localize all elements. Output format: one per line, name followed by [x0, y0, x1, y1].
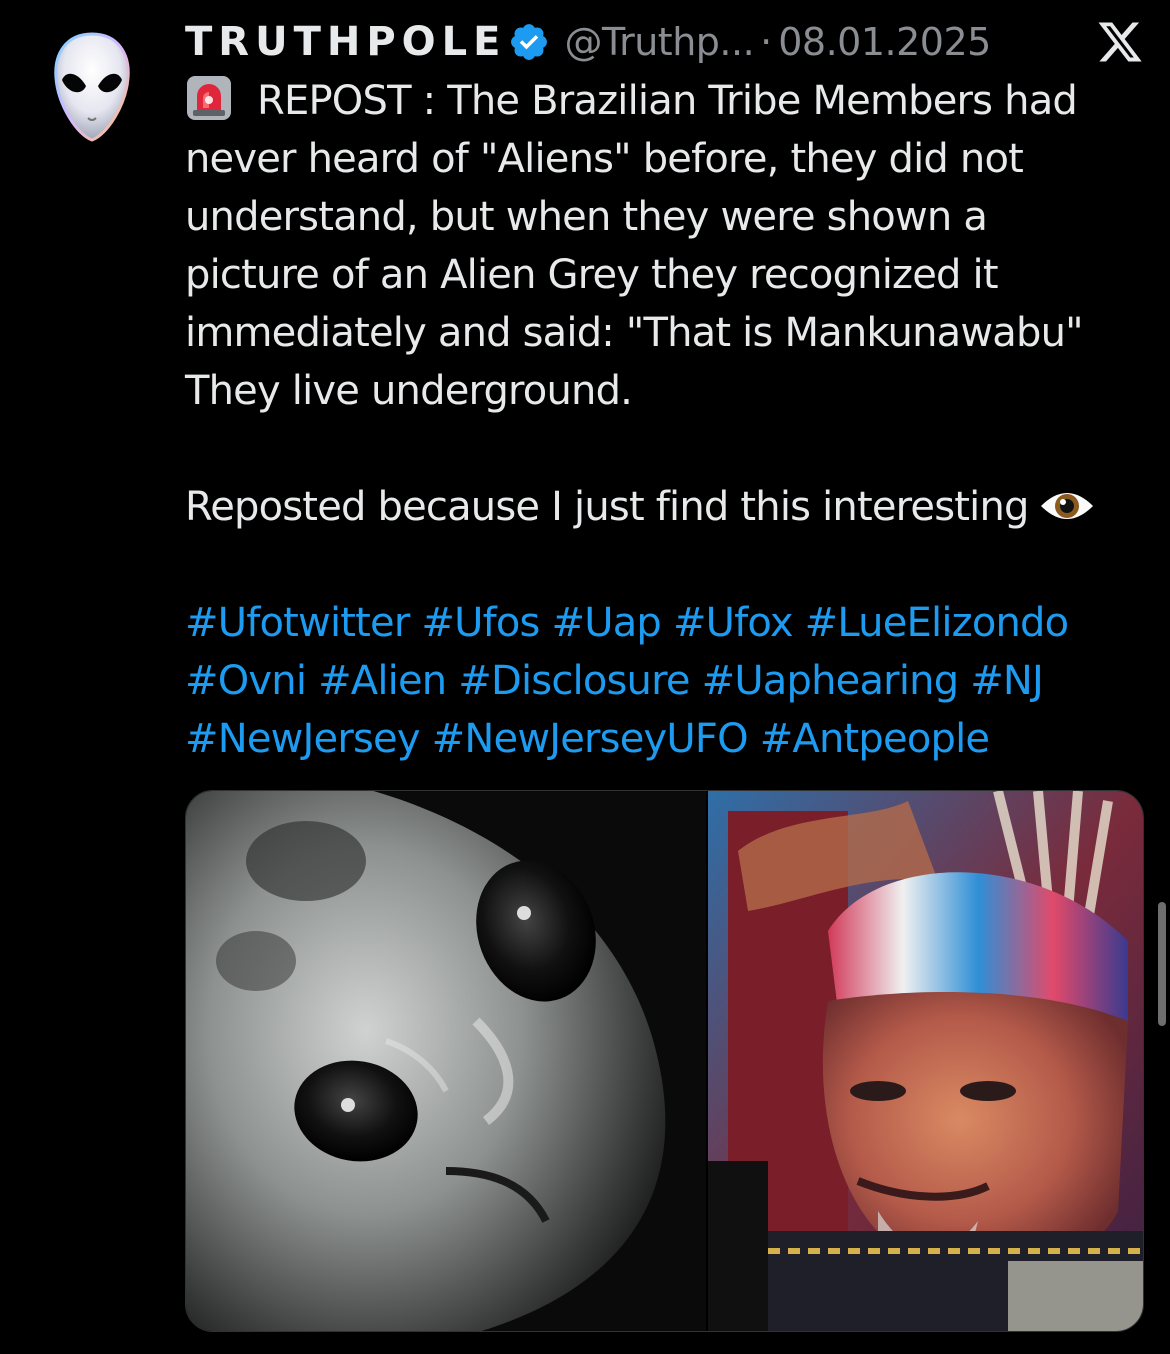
hashtag-link[interactable]: #Disclosure — [458, 658, 690, 704]
hashtag-line-3: #NewJersey #NewJerseyUFO #Antpeople — [185, 710, 1150, 768]
hashtag-link[interactable]: #Ufox — [673, 600, 794, 646]
hashtag-link[interactable]: #NewJerseyUFO — [432, 716, 749, 762]
hashtag-link[interactable]: #Ovni — [185, 658, 307, 704]
text-line-1-content: REPOST : The Brazilian Tribe Members had — [257, 78, 1078, 124]
text-line-4: picture of an Alien Grey they recognized… — [185, 252, 999, 298]
hashtag-line-2: #Ovni #Alien #Disclosure #Uaphearing #NJ — [185, 652, 1150, 710]
post-date[interactable]: 08.01.2025 — [778, 20, 991, 64]
eye-emoji-icon — [1039, 484, 1095, 524]
text-line-2: never heard of "Aliens" before, they did… — [185, 136, 1024, 182]
author-handle[interactable]: @Truthp... — [564, 20, 754, 64]
text-line-3: understand, but when they were shown a — [185, 194, 988, 240]
text-line-1: REPOST : The Brazilian Tribe Members had — [185, 72, 1150, 130]
text-line-6: They live underground. — [185, 368, 633, 414]
tribe-member-photo[interactable] — [706, 791, 1143, 1331]
alien-grey-photo[interactable] — [186, 791, 706, 1331]
second-paragraph: Reposted because I just find this intere… — [185, 478, 1150, 536]
author-name[interactable]: TRUTHPOLE — [185, 19, 506, 65]
hashtag-link[interactable]: #NJ — [970, 658, 1044, 704]
hashtag-link[interactable]: #Alien — [318, 658, 447, 704]
post-text: REPOST : The Brazilian Tribe Members had… — [185, 72, 1150, 768]
alien-avatar-icon[interactable] — [52, 30, 132, 145]
hashtag-link[interactable]: #Ufos — [421, 600, 540, 646]
siren-emoji-icon — [185, 74, 233, 122]
hashtag-link[interactable]: #Uaphearing — [702, 658, 959, 704]
hashtag-line-1: #Ufotwitter #Ufos #Uap #Ufox #LueElizond… — [185, 594, 1150, 652]
hashtag-link[interactable]: #LueElizondo — [805, 600, 1069, 646]
text-line-5: immediately and said: "That is Mankunawa… — [185, 310, 1084, 356]
post-header: TRUTHPOLE @Truthp... · 08.01.2025 — [185, 14, 1145, 70]
second-paragraph-text: Reposted because I just find this intere… — [185, 484, 1029, 530]
hashtag-link[interactable]: #Antpeople — [760, 716, 990, 762]
media-grid — [185, 790, 1144, 1332]
hashtag-link[interactable]: #Ufotwitter — [185, 600, 410, 646]
hashtag-link[interactable]: #NewJersey — [185, 716, 421, 762]
scrollbar-thumb[interactable] — [1158, 902, 1166, 1026]
separator-dot: · — [760, 20, 773, 64]
hashtag-link[interactable]: #Uap — [552, 600, 662, 646]
verified-badge-icon[interactable] — [508, 21, 550, 63]
x-logo-icon[interactable] — [1095, 18, 1145, 66]
